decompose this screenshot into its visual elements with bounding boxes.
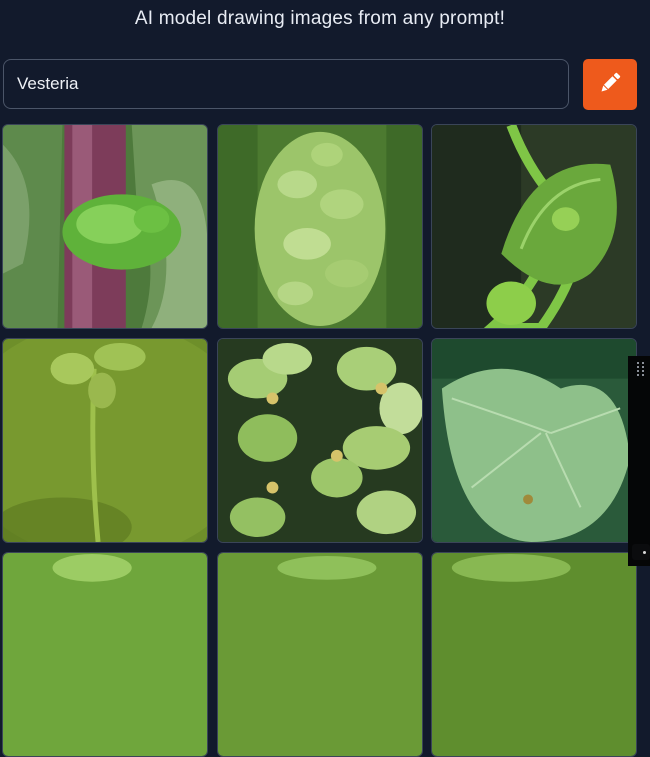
gallery-image-3[interactable] — [431, 124, 637, 329]
gallery-image-6[interactable] — [431, 338, 637, 543]
gallery-image-5[interactable] — [217, 338, 423, 543]
scrollbar[interactable] — [628, 356, 650, 566]
tagline: AI model drawing images from any prompt! — [134, 8, 506, 29]
prompt-input[interactable] — [3, 59, 569, 109]
pencil-icon — [596, 69, 624, 100]
draw-button[interactable] — [583, 59, 637, 110]
gallery-image-9[interactable] — [431, 552, 637, 757]
gallery-image-7[interactable] — [2, 552, 208, 757]
more-button[interactable] — [632, 544, 650, 560]
gallery-image-4[interactable] — [2, 338, 208, 543]
gallery-image-1[interactable] — [2, 124, 208, 329]
drag-handle-icon[interactable] — [637, 362, 645, 376]
gallery-image-8[interactable] — [217, 552, 423, 757]
gallery-image-2[interactable] — [217, 124, 423, 329]
